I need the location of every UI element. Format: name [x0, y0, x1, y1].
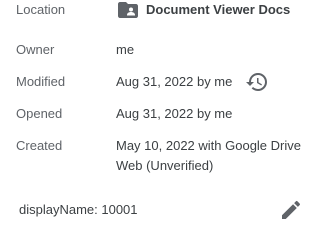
created-row: Created May 10, 2022 with Google Drive W… — [0, 136, 314, 176]
opened-label: Opened — [16, 106, 63, 121]
created-label: Created — [16, 138, 63, 153]
location-label: Location — [16, 2, 66, 17]
opened-value: Aug 31, 2022 by me — [116, 106, 233, 121]
edit-icon[interactable] — [279, 198, 303, 222]
modified-label: Modified — [16, 74, 66, 89]
custom-property-text: displayName: 10001 — [19, 202, 138, 217]
opened-row: Opened Aug 31, 2022 by me — [0, 104, 314, 124]
location-row: Location Document Viewer Docs — [0, 0, 314, 20]
modified-value: Aug 31, 2022 by me — [116, 74, 233, 89]
owner-value: me — [116, 42, 135, 57]
history-icon[interactable] — [245, 70, 269, 94]
shared-folder-icon — [118, 2, 138, 18]
modified-row: Modified Aug 31, 2022 by me — [0, 72, 314, 96]
file-details-panel: Location Document Viewer Docs Owner me M… — [0, 0, 314, 249]
custom-property-row: displayName: 10001 — [0, 198, 314, 222]
location-folder-name: Document Viewer Docs — [146, 2, 291, 17]
owner-row: Owner me — [0, 40, 314, 60]
location-value[interactable]: Document Viewer Docs — [118, 0, 290, 20]
owner-label: Owner — [16, 42, 55, 57]
created-value: May 10, 2022 with Google Drive Web (Unve… — [116, 138, 301, 173]
